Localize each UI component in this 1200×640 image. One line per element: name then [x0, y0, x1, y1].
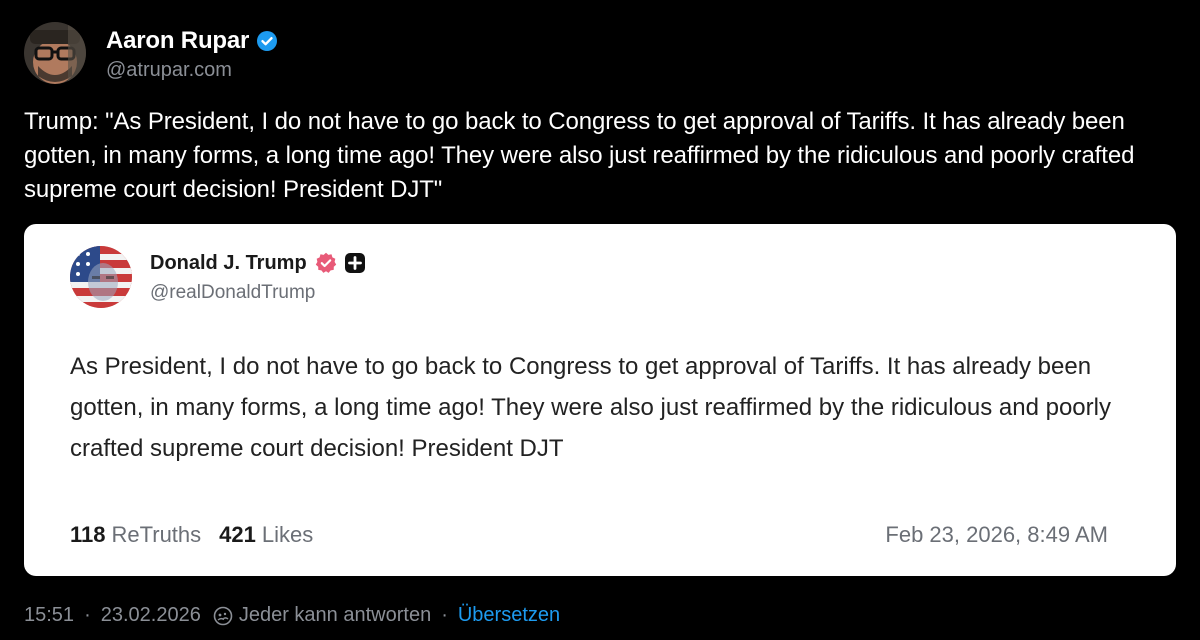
retruths-count: 118 [70, 522, 106, 547]
embed-author-name: Donald J. Trump [150, 251, 307, 274]
embed-verified-badge-icon [315, 252, 337, 274]
post-footer: 15:51 · 23.02.2026 Jeder kann antworten … [24, 604, 560, 627]
separator-dot-2: · [441, 604, 448, 626]
embed-author-meta: Donald J. Trump @realDonaldTrump [150, 248, 365, 304]
likes-label: Likes [261, 522, 314, 547]
post-author: Aaron Rupar @atrupar.com [24, 22, 278, 84]
reply-setting-icon [213, 606, 233, 626]
reply-setting-text[interactable]: Jeder kann antworten [239, 604, 431, 627]
embed-stats: 118 ReTruths 421 Likes [70, 522, 313, 548]
embed-avatar-image [70, 246, 132, 308]
separator-dot: · [84, 604, 91, 626]
author-avatar[interactable] [24, 22, 86, 84]
author-meta: Aaron Rupar @atrupar.com [106, 24, 278, 82]
plus-badge-icon [344, 253, 365, 273]
author-name[interactable]: Aaron Rupar [106, 27, 249, 55]
embed-name-row: Donald J. Trump [150, 248, 365, 278]
embedded-post-card[interactable]: Donald J. Trump @realDonaldTrump As Pres… [24, 224, 1176, 576]
verified-badge-icon [257, 31, 278, 51]
author-name-row: Aaron Rupar [106, 24, 278, 58]
post-date[interactable]: 23.02.2026 [101, 604, 201, 627]
retruths-label: ReTruths [111, 522, 202, 547]
author-handle[interactable]: @atrupar.com [106, 59, 277, 82]
embed-post-text: As President, I do not have to go back t… [70, 353, 1111, 462]
translate-link[interactable]: Übersetzen [458, 604, 560, 627]
post-time[interactable]: 15:51 [24, 604, 74, 627]
post-text: Trump: "As President, I do not have to g… [24, 108, 1135, 203]
embed-author-handle: @realDonaldTrump [150, 282, 316, 303]
embed-avatar [70, 246, 132, 308]
likes-count: 421 [219, 522, 256, 547]
embed-date: Feb 23, 2026, 8:49 AM [885, 522, 1108, 547]
avatar-image [24, 22, 86, 84]
